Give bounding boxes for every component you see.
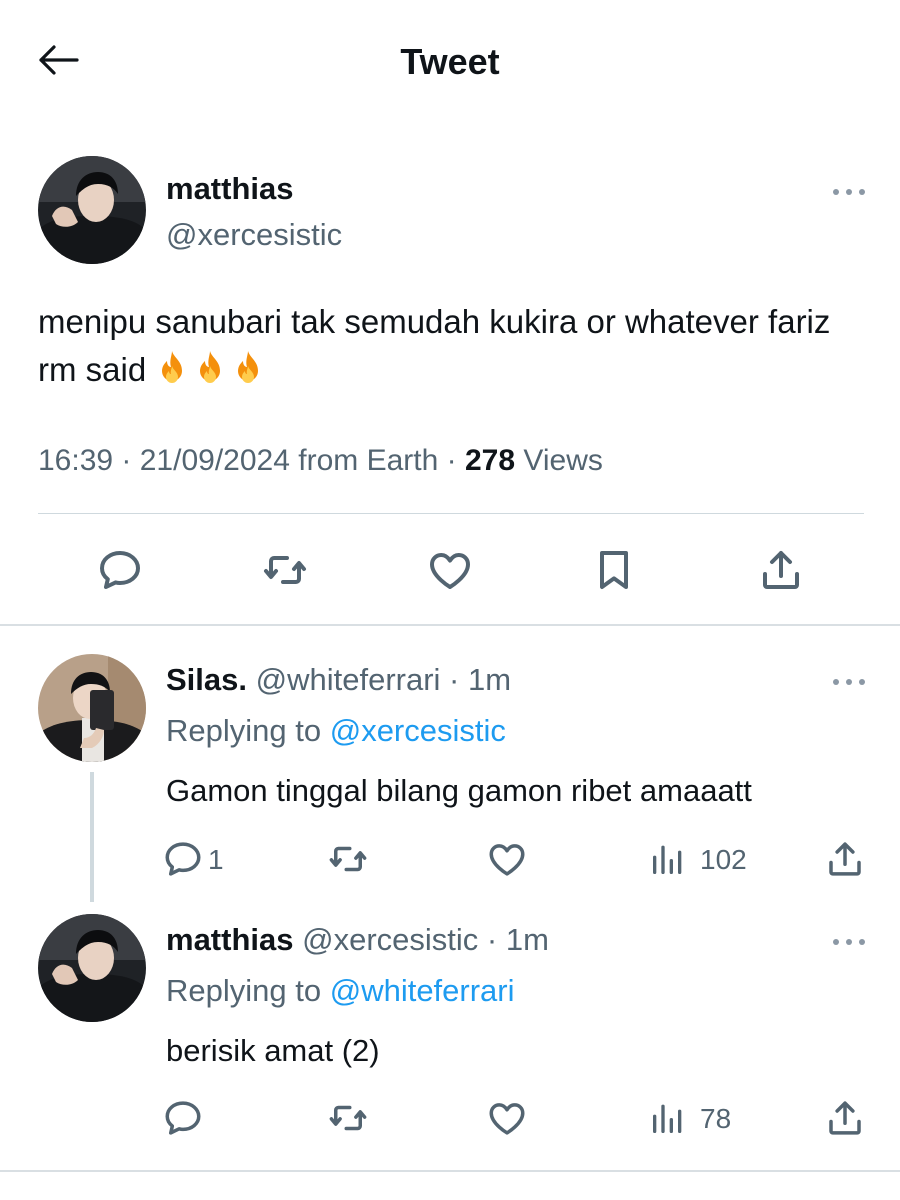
retweet-button[interactable] [259,546,307,594]
reply-header: Silas. @whiteferrari · 1m [166,662,512,697]
replying-to: Replying to @xercesistic [166,713,506,748]
divider [0,1170,900,1172]
views-count: 78 [700,1103,732,1134]
retweet-icon [326,838,370,880]
bookmark-button[interactable] [590,546,638,594]
avatar[interactable] [38,914,146,1022]
like-icon [486,1097,528,1139]
fire-emoji-icon [155,349,189,387]
views-label[interactable]: Views [523,444,602,477]
share-icon [824,838,866,880]
page-title: Tweet [400,41,500,82]
reply-icon [162,1097,204,1139]
fire-emoji-icon [231,349,265,387]
reply-handle[interactable]: @xercesistic [302,922,478,957]
tweet-source: from Earth [298,444,439,477]
share-icon [824,1097,866,1139]
fire-emoji-icon [193,349,227,387]
retweet-icon [259,546,311,594]
like-button[interactable] [486,1097,534,1145]
avatar[interactable] [38,156,146,264]
retweet-button[interactable] [326,838,374,886]
author-handle[interactable]: @xercesistic [166,217,342,253]
reply-icon [96,546,144,594]
reply-display-name[interactable]: matthias [166,922,293,957]
like-button[interactable] [426,546,474,594]
reply-text: berisik amat (2) [166,1033,380,1068]
views-button[interactable]: 102 [648,838,758,886]
reply-display-name[interactable]: Silas. [166,662,247,697]
divider [0,624,900,626]
like-button[interactable] [486,838,534,886]
reply-button[interactable] [162,1097,210,1145]
reply-button[interactable] [96,546,144,594]
tweet-text: menipu sanubari tak semudah kukira or wh… [38,303,831,388]
reply-text: Gamon tinggal bilang gamon ribet amaaatt [166,773,752,808]
views-icon [648,1097,688,1139]
views-button[interactable]: 78 [648,1097,758,1145]
share-button[interactable] [757,546,805,594]
divider [38,513,864,514]
reply-handle[interactable]: @whiteferrari [256,662,441,697]
share-button[interactable] [824,1097,872,1145]
views-count[interactable]: 278 [465,444,515,477]
tweet-metadata: 16:39 · 21/09/2024 from Earth · 278 View… [38,444,603,477]
reply-icon [162,838,204,880]
views-icon [648,838,688,880]
like-icon [486,838,528,880]
share-button[interactable] [824,838,872,886]
mention-link[interactable]: @whiteferrari [330,973,515,1008]
mention-link[interactable]: @xercesistic [330,713,506,748]
more-options-icon[interactable] [831,677,867,687]
reply-header: matthias @xercesistic · 1m [166,922,549,957]
retweet-button[interactable] [326,1097,374,1145]
author-display-name[interactable]: matthias [166,171,293,207]
thread-line [90,772,94,902]
more-options-icon[interactable] [831,187,867,197]
replying-to: Replying to @whiteferrari [166,973,515,1008]
share-icon [757,546,805,594]
reply-count: 1 [208,844,224,875]
more-options-icon[interactable] [831,937,867,947]
retweet-icon [326,1097,370,1139]
reply-time[interactable]: 1m [468,662,511,697]
avatar[interactable] [38,654,146,762]
bookmark-icon [590,546,638,594]
views-count: 102 [700,844,747,875]
tweet-date: 21/09/2024 [139,444,290,477]
like-icon [426,546,474,594]
reply-time[interactable]: 1m [506,922,549,957]
tweet-time: 16:39 [38,444,114,477]
reply-button[interactable]: 1 [162,838,242,886]
